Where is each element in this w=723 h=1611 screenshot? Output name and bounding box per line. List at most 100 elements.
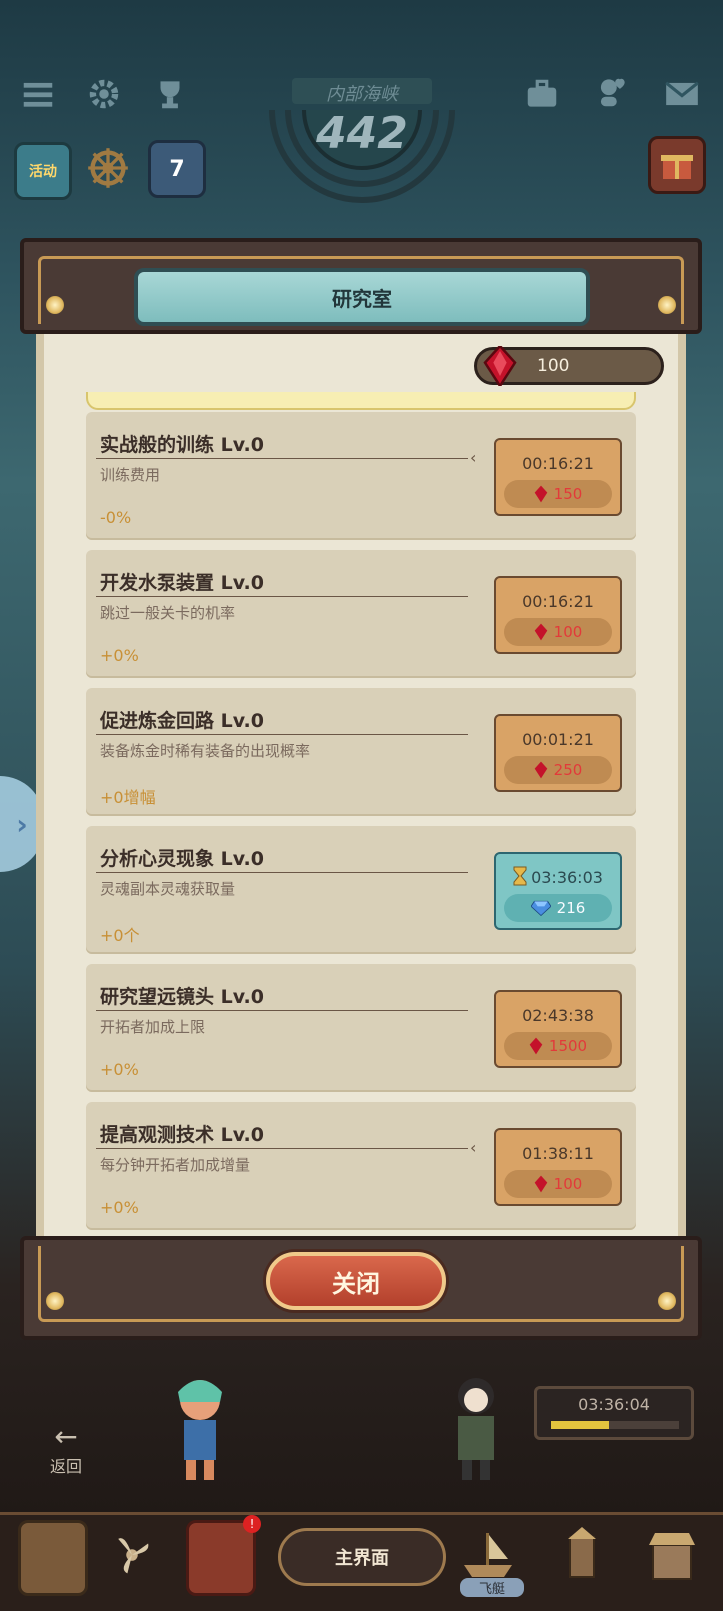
research-name: 开发水泵装置 Lv.0: [100, 572, 264, 594]
ruby-icon: [529, 1037, 543, 1055]
research-desc: 灵魂副本灵魂获取量: [100, 880, 236, 898]
ruby-icon: [534, 485, 547, 503]
research-start-button[interactable]: 01:38:11 100: [494, 1128, 622, 1206]
research-start-button[interactable]: 00:16:21 150: [494, 438, 622, 516]
research-item: 开发水泵装置 Lv.0 跳过一般关卡的机率 +0% 00:16:21 100: [86, 550, 636, 678]
caret-left-icon: ‹: [470, 1138, 477, 1157]
ship-wheel-icon[interactable]: [82, 142, 134, 194]
research-item: 分析心灵现象 Lv.0 灵魂副本灵魂获取量 +0个 03:36:03 216: [86, 826, 636, 954]
back-button[interactable]: ← 返回: [50, 1420, 82, 1477]
back-arrow-icon: ←: [54, 1420, 78, 1453]
gear-icon[interactable]: [82, 72, 126, 116]
research-name: 促进炼金回路 Lv.0: [100, 710, 264, 732]
stage-number: 442: [316, 108, 408, 159]
research-desc: 开拓者加成上限: [100, 1018, 206, 1036]
research-item: 研究望远镜头 Lv.0 开拓者加成上限 +0% 02:43:38 1500: [86, 964, 636, 1092]
gift-shop-icon[interactable]: [648, 136, 706, 194]
nav-banner-icon[interactable]: !: [186, 1515, 261, 1596]
research-desc: 每分钟开拓者加成增量: [100, 1156, 251, 1174]
research-cost: 216: [556, 899, 586, 917]
ruby-currency: 100: [474, 346, 664, 386]
stage-dial: 内部海峡 442: [262, 70, 462, 210]
research-name: 研究望远镜头 Lv.0: [100, 986, 264, 1008]
research-time: 01:38:11: [522, 1144, 594, 1163]
research-time: 00:16:21: [522, 592, 594, 611]
research-cost: 250: [553, 761, 583, 779]
menu-icon[interactable]: [16, 72, 60, 116]
ruby-amount: 100: [537, 356, 570, 376]
research-start-button[interactable]: 00:01:21 250: [494, 714, 622, 792]
divider: [96, 1148, 468, 1149]
friends-icon[interactable]: [590, 70, 634, 114]
calendar-day: 7: [169, 156, 185, 182]
research-time: 03:36:03: [531, 868, 603, 887]
calendar-icon[interactable]: 7: [148, 140, 206, 198]
cost-pill: 150: [504, 480, 612, 508]
research-cost: 100: [553, 623, 583, 641]
research-time: 00:16:21: [522, 454, 594, 473]
npc-character: [436, 1370, 516, 1482]
divider: [96, 872, 468, 873]
research-item: 提高观测技术 Lv.0 ‹ 每分钟开拓者加成增量 +0% 01:38:11 10…: [86, 1102, 636, 1230]
timer-progress-fill: [551, 1421, 609, 1429]
event-button[interactable]: 活动: [14, 142, 72, 200]
nav-shop-icon[interactable]: [640, 1520, 704, 1590]
research-bonus: +0%: [100, 646, 139, 665]
timer-text: 03:36:04: [578, 1395, 650, 1414]
cost-pill: 216: [504, 894, 612, 922]
research-cost: 1500: [548, 1037, 588, 1055]
bolt-icon: [46, 296, 64, 314]
research-bonus: -0%: [100, 508, 132, 527]
divider: [96, 596, 468, 597]
event-label: 活动: [29, 164, 57, 180]
main-screen-button[interactable]: 主界面: [278, 1528, 446, 1586]
close-button[interactable]: 关闭: [266, 1252, 446, 1310]
mail-icon[interactable]: [660, 72, 704, 116]
research-item: 实战般的训练 Lv.0 ‹ 训练费用 -0% 00:16:21 150: [86, 412, 636, 540]
trophy-icon[interactable]: [148, 72, 192, 116]
panel-title: 研究室: [134, 268, 590, 326]
cost-pill: 1500: [504, 1032, 612, 1060]
area-name: 内部海峡: [326, 84, 398, 105]
research-bonus: +0%: [100, 1198, 139, 1217]
ruby-icon: [534, 623, 547, 641]
research-cost: 150: [553, 485, 583, 503]
ruby-icon: [534, 1175, 547, 1193]
back-label: 返回: [50, 1457, 83, 1476]
divider: [96, 458, 468, 459]
research-name: 分析心灵现象 Lv.0: [100, 848, 264, 870]
hero-character: [160, 1372, 240, 1482]
research-start-button[interactable]: 00:16:21 100: [494, 576, 622, 654]
divider: [96, 734, 468, 735]
research-name: 实战般的训练 Lv.0: [100, 434, 264, 456]
research-bonus: +0增幅: [100, 788, 156, 807]
research-time: 02:43:38: [522, 1006, 594, 1025]
divider: [96, 1010, 468, 1011]
cost-pill: 250: [504, 756, 612, 784]
research-desc: 跳过一般关卡的机率: [100, 604, 236, 622]
bolt-icon: [658, 1292, 676, 1310]
timer-progress: [551, 1421, 679, 1429]
research-item: 促进炼金回路 Lv.0 装备炼金时稀有装备的出现概率 +0增幅 00:01:21…: [86, 688, 636, 816]
research-cost: 100: [553, 1175, 583, 1193]
research-instant-button[interactable]: 03:36:03 216: [494, 852, 622, 930]
toolbox-icon[interactable]: [520, 72, 564, 116]
research-desc: 装备炼金时稀有装备的出现概率: [100, 742, 311, 760]
cost-pill: 100: [504, 1170, 612, 1198]
nav-emblem-icon[interactable]: [18, 1520, 88, 1596]
notification-badge: !: [243, 1515, 261, 1533]
bolt-icon: [658, 296, 676, 314]
research-start-button[interactable]: 02:43:38 1500: [494, 990, 622, 1068]
list-top-edge: [86, 392, 636, 410]
research-time: 00:01:21: [522, 730, 594, 749]
research-name: 提高观测技术 Lv.0: [100, 1124, 264, 1146]
nav-tower-icon[interactable]: [550, 1520, 614, 1590]
ruby-icon: [534, 761, 547, 779]
nav-propeller-icon[interactable]: [100, 1520, 164, 1590]
ship-label: 飞艇: [460, 1578, 524, 1597]
ruby-icon: [483, 346, 517, 386]
research-bonus: +0%: [100, 1060, 139, 1079]
cost-pill: 100: [504, 618, 612, 646]
offline-timer[interactable]: 03:36:04: [534, 1386, 694, 1440]
research-desc: 训练费用: [100, 466, 161, 484]
